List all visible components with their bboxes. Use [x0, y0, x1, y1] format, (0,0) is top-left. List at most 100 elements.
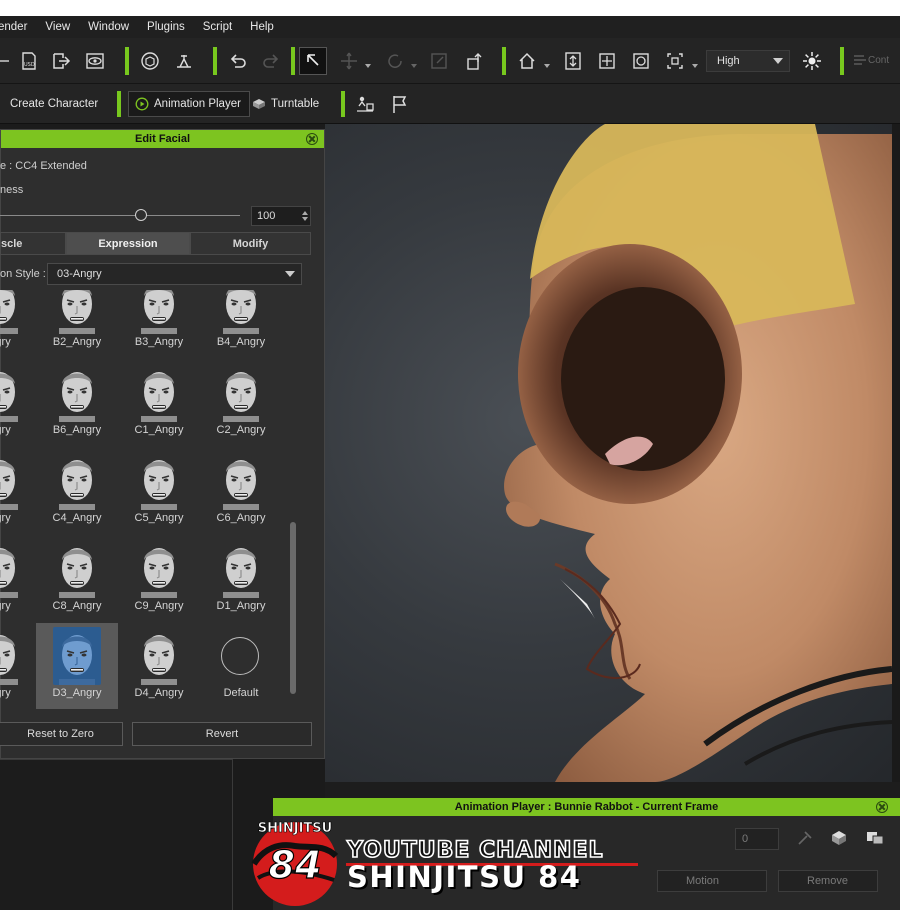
- strength-spinbox[interactable]: 100: [251, 206, 311, 226]
- menu-help[interactable]: Help: [250, 21, 284, 33]
- spin-down-icon[interactable]: [302, 217, 308, 221]
- expression-cell[interactable]: C9_Angry: [118, 536, 200, 622]
- svg-text:84: 84: [269, 843, 322, 887]
- object-settings-icon[interactable]: [137, 48, 163, 74]
- window-icon[interactable]: [865, 828, 885, 848]
- expression-label: C8_Angry: [52, 600, 102, 612]
- scale-tool-icon[interactable]: [426, 48, 452, 74]
- menu-window[interactable]: Window: [88, 21, 139, 33]
- expression-cell[interactable]: ngry: [0, 623, 41, 709]
- motion-dropdown[interactable]: Motion: [657, 870, 767, 892]
- select-tool-icon[interactable]: [299, 47, 327, 75]
- expression-thumbnail: [217, 452, 265, 510]
- expression-style-dropdown[interactable]: 03-Angry: [47, 263, 302, 285]
- turntable-button[interactable]: Turntable: [250, 91, 319, 117]
- frame-selected-icon[interactable]: [662, 48, 688, 74]
- expression-cell[interactable]: ngry: [0, 448, 41, 534]
- content-label: Cont: [868, 54, 890, 66]
- sun-light-icon[interactable]: [799, 48, 825, 74]
- chevron-down-icon[interactable]: [544, 64, 550, 68]
- watermark-line2: SHINJITSU 84: [347, 860, 582, 894]
- pose-icon[interactable]: [171, 48, 197, 74]
- expression-thumbnail: [53, 627, 101, 685]
- strength-slider-handle[interactable]: [135, 209, 147, 221]
- zoom-extent-icon[interactable]: [594, 48, 620, 74]
- expression-cell[interactable]: B4_Angry: [200, 290, 282, 358]
- toolbar-separator: [117, 91, 121, 117]
- move-tool-icon[interactable]: [336, 48, 362, 74]
- toolbar-separator: [502, 47, 506, 75]
- render-quality-value: High: [717, 55, 740, 67]
- strength-label: ness: [0, 184, 24, 196]
- chevron-down-icon[interactable]: [411, 64, 417, 68]
- close-icon[interactable]: [306, 133, 318, 145]
- expression-label: B6_Angry: [52, 424, 102, 436]
- strength-slider-track[interactable]: [0, 215, 240, 216]
- expression-cell[interactable]: C6_Angry: [200, 448, 282, 534]
- expression-cell[interactable]: D1_Angry: [200, 536, 282, 622]
- expression-cell[interactable]: D4_Angry: [118, 623, 200, 709]
- menu-script[interactable]: Script: [203, 21, 242, 33]
- preview-icon[interactable]: [82, 48, 108, 74]
- expression-label: C2_Angry: [216, 424, 266, 436]
- expression-scrollbar[interactable]: [290, 522, 296, 694]
- animation-player-button[interactable]: Animation Player: [128, 91, 250, 117]
- expression-cell[interactable]: B2_Angry: [36, 290, 118, 358]
- tab-muscle[interactable]: scle: [0, 232, 66, 255]
- expression-cell[interactable]: ngry: [0, 290, 41, 358]
- bottom-left-panel: [0, 759, 233, 910]
- scene-props-icon[interactable]: [352, 91, 378, 117]
- expression-cell[interactable]: B3_Angry: [118, 290, 200, 358]
- home-camera-icon[interactable]: [514, 48, 540, 74]
- expression-cell[interactable]: B6_Angry: [36, 360, 118, 446]
- menu-view[interactable]: View: [45, 21, 80, 33]
- expression-thumbnail: [0, 452, 24, 510]
- spin-up-icon[interactable]: [302, 211, 308, 215]
- expression-cell[interactable]: C5_Angry: [118, 448, 200, 534]
- shinjitsu-logo: SHINJITSU 84: [251, 821, 339, 906]
- export-usd-icon[interactable]: USD: [16, 48, 42, 74]
- expression-cell[interactable]: C2_Angry: [200, 360, 282, 446]
- expression-thumbnail: [135, 452, 183, 510]
- expression-cell[interactable]: C4_Angry: [36, 448, 118, 534]
- key-icon[interactable]: [795, 828, 815, 848]
- frame-spinbox[interactable]: 0: [735, 828, 779, 850]
- expression-cell[interactable]: ngry: [0, 360, 41, 446]
- align-tool-icon[interactable]: [461, 48, 487, 74]
- viewport-bottom-bar: [325, 782, 900, 798]
- redo-icon[interactable]: [258, 48, 284, 74]
- chevron-down-icon[interactable]: [365, 64, 371, 68]
- tab-expression[interactable]: Expression: [66, 232, 190, 255]
- reset-to-zero-button[interactable]: Reset to Zero: [0, 722, 123, 746]
- flag-icon[interactable]: [387, 91, 413, 117]
- chevron-down-icon[interactable]: [692, 64, 698, 68]
- content-manager-button[interactable]: Cont: [852, 53, 889, 67]
- tab-modify[interactable]: Modify: [190, 232, 311, 255]
- undo-icon[interactable]: [225, 48, 251, 74]
- create-character-label: Create Character: [10, 98, 99, 110]
- menu-render[interactable]: ender: [0, 21, 37, 33]
- render-quality-dropdown[interactable]: High: [706, 50, 790, 72]
- toolbar-separator: [125, 47, 129, 75]
- camera-focus-icon[interactable]: [628, 48, 654, 74]
- expression-cell[interactable]: D3_Angry: [36, 623, 118, 709]
- revert-button[interactable]: Revert: [132, 722, 312, 746]
- remove-dropdown[interactable]: Remove: [778, 870, 878, 892]
- expression-cell[interactable]: C8_Angry: [36, 536, 118, 622]
- expression-cell[interactable]: ngry: [0, 536, 41, 622]
- expression-cell[interactable]: C1_Angry: [118, 360, 200, 446]
- close-icon[interactable]: [876, 801, 888, 813]
- expression-cell[interactable]: Default: [200, 623, 282, 709]
- content-icon: [854, 55, 866, 65]
- expression-label: B4_Angry: [216, 336, 266, 348]
- rotate-tool-icon[interactable]: [382, 48, 408, 74]
- 3d-viewport[interactable]: [325, 124, 900, 782]
- fit-view-icon[interactable]: [560, 48, 586, 74]
- cube-icon[interactable]: [829, 828, 849, 848]
- export-icon[interactable]: [48, 48, 74, 74]
- menu-plugins[interactable]: Plugins: [147, 21, 195, 33]
- turntable-icon: [253, 99, 265, 109]
- create-character-button[interactable]: Create Character: [0, 91, 98, 117]
- expression-label: C6_Angry: [216, 512, 266, 524]
- expression-thumbnail: [53, 290, 101, 334]
